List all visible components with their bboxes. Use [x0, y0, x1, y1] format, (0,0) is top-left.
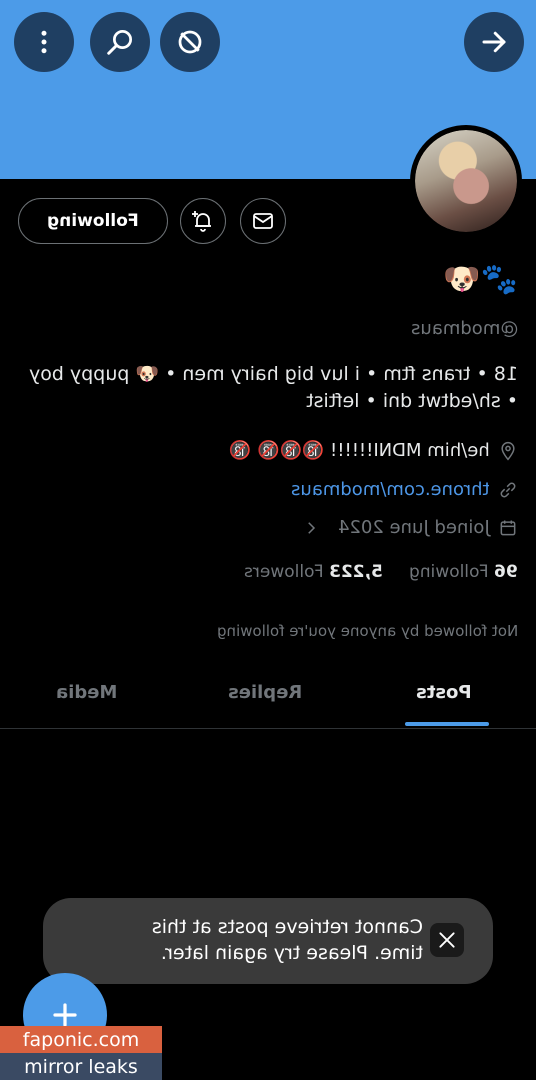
profile-handle: @modmaus: [411, 318, 518, 339]
tab-posts[interactable]: Posts: [416, 682, 472, 703]
calendar-icon: [500, 520, 516, 535]
more-options-button[interactable]: [14, 12, 74, 72]
following-count: 96: [494, 562, 518, 582]
mail-icon: [253, 213, 273, 229]
notifications-button[interactable]: [180, 198, 226, 244]
search-icon: [107, 30, 132, 55]
toast-message-text: Cannot retrieve posts at this time. Plea…: [151, 916, 423, 964]
website-row[interactable]: throne.com/modmaus: [291, 479, 518, 500]
avatar-image: [415, 130, 517, 232]
not-followed-note: Not followed by anyone you're following: [217, 622, 518, 640]
tab-media-label: Media: [56, 682, 118, 703]
followers-label: Followers: [244, 562, 325, 582]
location-row: he/him MDNI!!!!!! 🔞🔞🔞 🔞: [229, 440, 518, 461]
not-followed-text: Not followed by anyone you're following: [216, 622, 518, 640]
tab-media[interactable]: Media: [56, 682, 117, 703]
link-icon: [500, 482, 516, 497]
message-button[interactable]: [240, 198, 286, 244]
back-button[interactable]: [464, 12, 524, 72]
joined-row[interactable]: Joined June 2024: [302, 517, 518, 538]
location-text: he/him MDNI!!!!!! 🔞🔞🔞 🔞: [229, 440, 490, 461]
chevron-icon: [308, 521, 316, 534]
handle-text: @modmaus: [410, 318, 518, 339]
location-pin-icon: [501, 441, 515, 460]
more-vertical-icon: [41, 30, 47, 54]
tab-posts-label: Posts: [416, 682, 472, 703]
display-name-emoji: 🐶🐾: [443, 262, 518, 297]
following-label: Following: [409, 562, 489, 582]
follow-stats: 5,223 Followers 96 Following: [244, 562, 518, 582]
arrow-right-icon: [482, 31, 506, 53]
following-button[interactable]: Following: [18, 198, 168, 244]
watermark-tagline: mirror leaks: [0, 1053, 162, 1080]
website-link[interactable]: throne.com/modmaus: [291, 479, 490, 500]
block-button[interactable]: [160, 12, 220, 72]
search-button[interactable]: [90, 12, 150, 72]
followers-count: 5,223: [329, 562, 384, 582]
bio-text: 18 • trans ftm • i luv big hairy men • 🐶…: [28, 363, 518, 412]
joined-text: Joined June 2024: [338, 517, 490, 538]
toast-dismiss-button[interactable]: [430, 923, 464, 957]
active-tab-indicator: [405, 722, 489, 726]
following-stat[interactable]: 96 Following: [409, 562, 518, 582]
error-toast: Cannot retrieve posts at this time. Plea…: [43, 898, 493, 984]
tab-replies-label: Replies: [228, 682, 303, 703]
watermark-site: faponic.com: [0, 1026, 162, 1053]
followers-stat[interactable]: 5,223 Followers: [244, 562, 383, 582]
toast-message: Cannot retrieve posts at this time. Plea…: [103, 914, 423, 966]
profile-bio: 18 • trans ftm • i luv big hairy men • 🐶…: [18, 361, 518, 415]
profile-tabs: Posts Replies Media: [0, 670, 536, 729]
profile-avatar[interactable]: [410, 125, 522, 237]
notification-add-icon: [192, 211, 211, 232]
x-logo-icon: [439, 932, 455, 948]
no-sign-icon: [178, 30, 202, 54]
tab-replies[interactable]: Replies: [228, 682, 302, 703]
following-button-label: Following: [47, 211, 139, 231]
